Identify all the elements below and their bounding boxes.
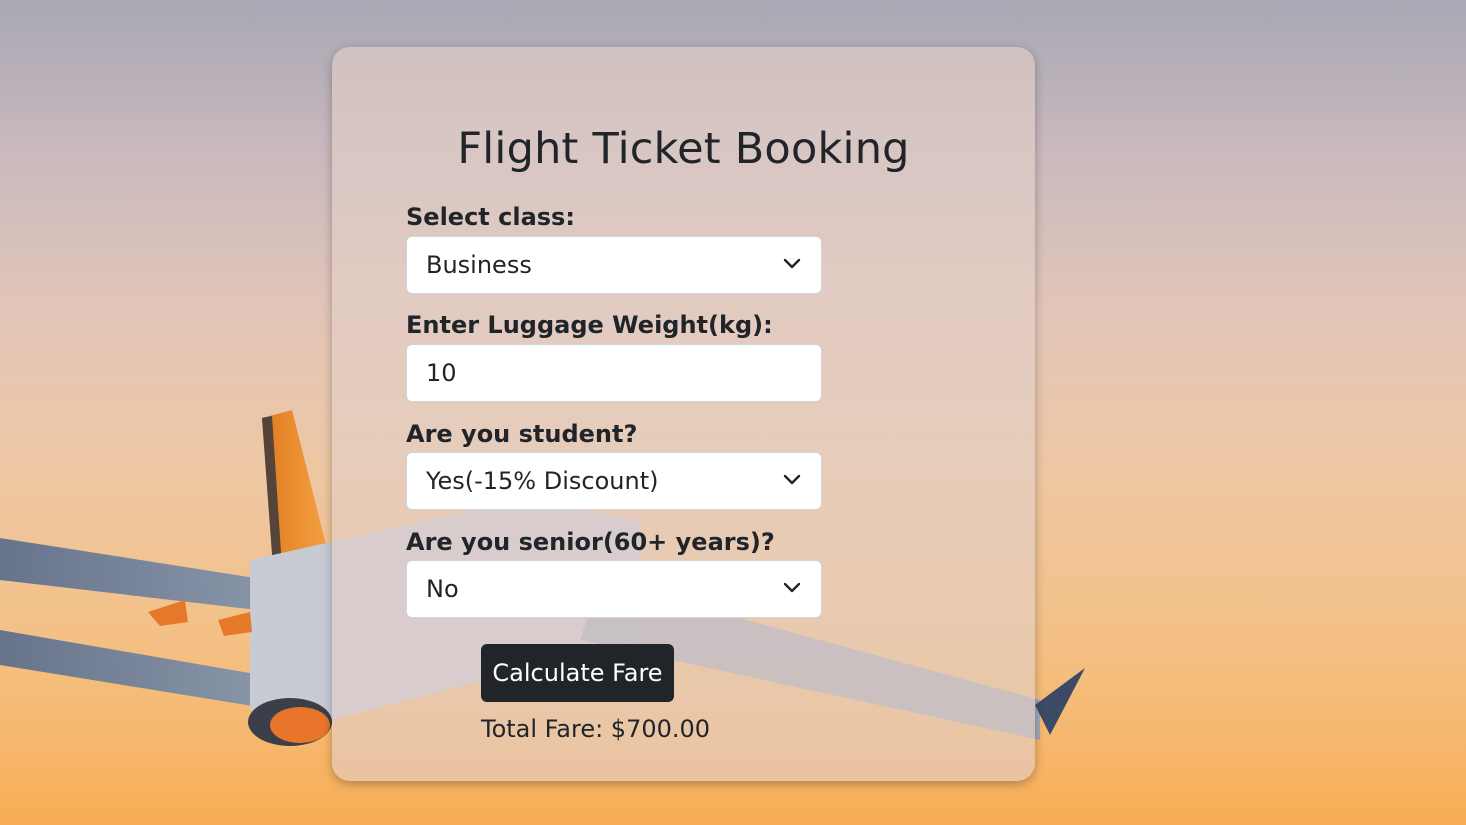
luggage-weight-value: 10 [426, 359, 457, 387]
student-label: Are you student? [406, 420, 638, 448]
total-fare-text: Total Fare: $700.00 [481, 715, 711, 743]
senior-select[interactable]: No [406, 560, 822, 618]
chevron-down-icon [783, 474, 801, 485]
class-select[interactable]: Business [406, 236, 822, 294]
chevron-down-icon [783, 258, 801, 269]
student-select-value: Yes(-15% Discount) [426, 467, 659, 495]
class-select-value: Business [426, 251, 532, 279]
senior-label: Are you senior(60+ years)? [406, 528, 775, 556]
class-label: Select class: [406, 203, 575, 231]
booking-card: Flight Ticket Booking Select class: Busi… [332, 47, 1035, 781]
luggage-weight-input[interactable]: 10 [406, 344, 822, 402]
student-select[interactable]: Yes(-15% Discount) [406, 452, 822, 510]
senior-select-value: No [426, 575, 459, 603]
calculate-fare-button[interactable]: Calculate Fare [481, 644, 674, 702]
page-title: Flight Ticket Booking [457, 124, 910, 174]
chevron-down-icon [783, 582, 801, 593]
luggage-label: Enter Luggage Weight(kg): [406, 311, 773, 339]
